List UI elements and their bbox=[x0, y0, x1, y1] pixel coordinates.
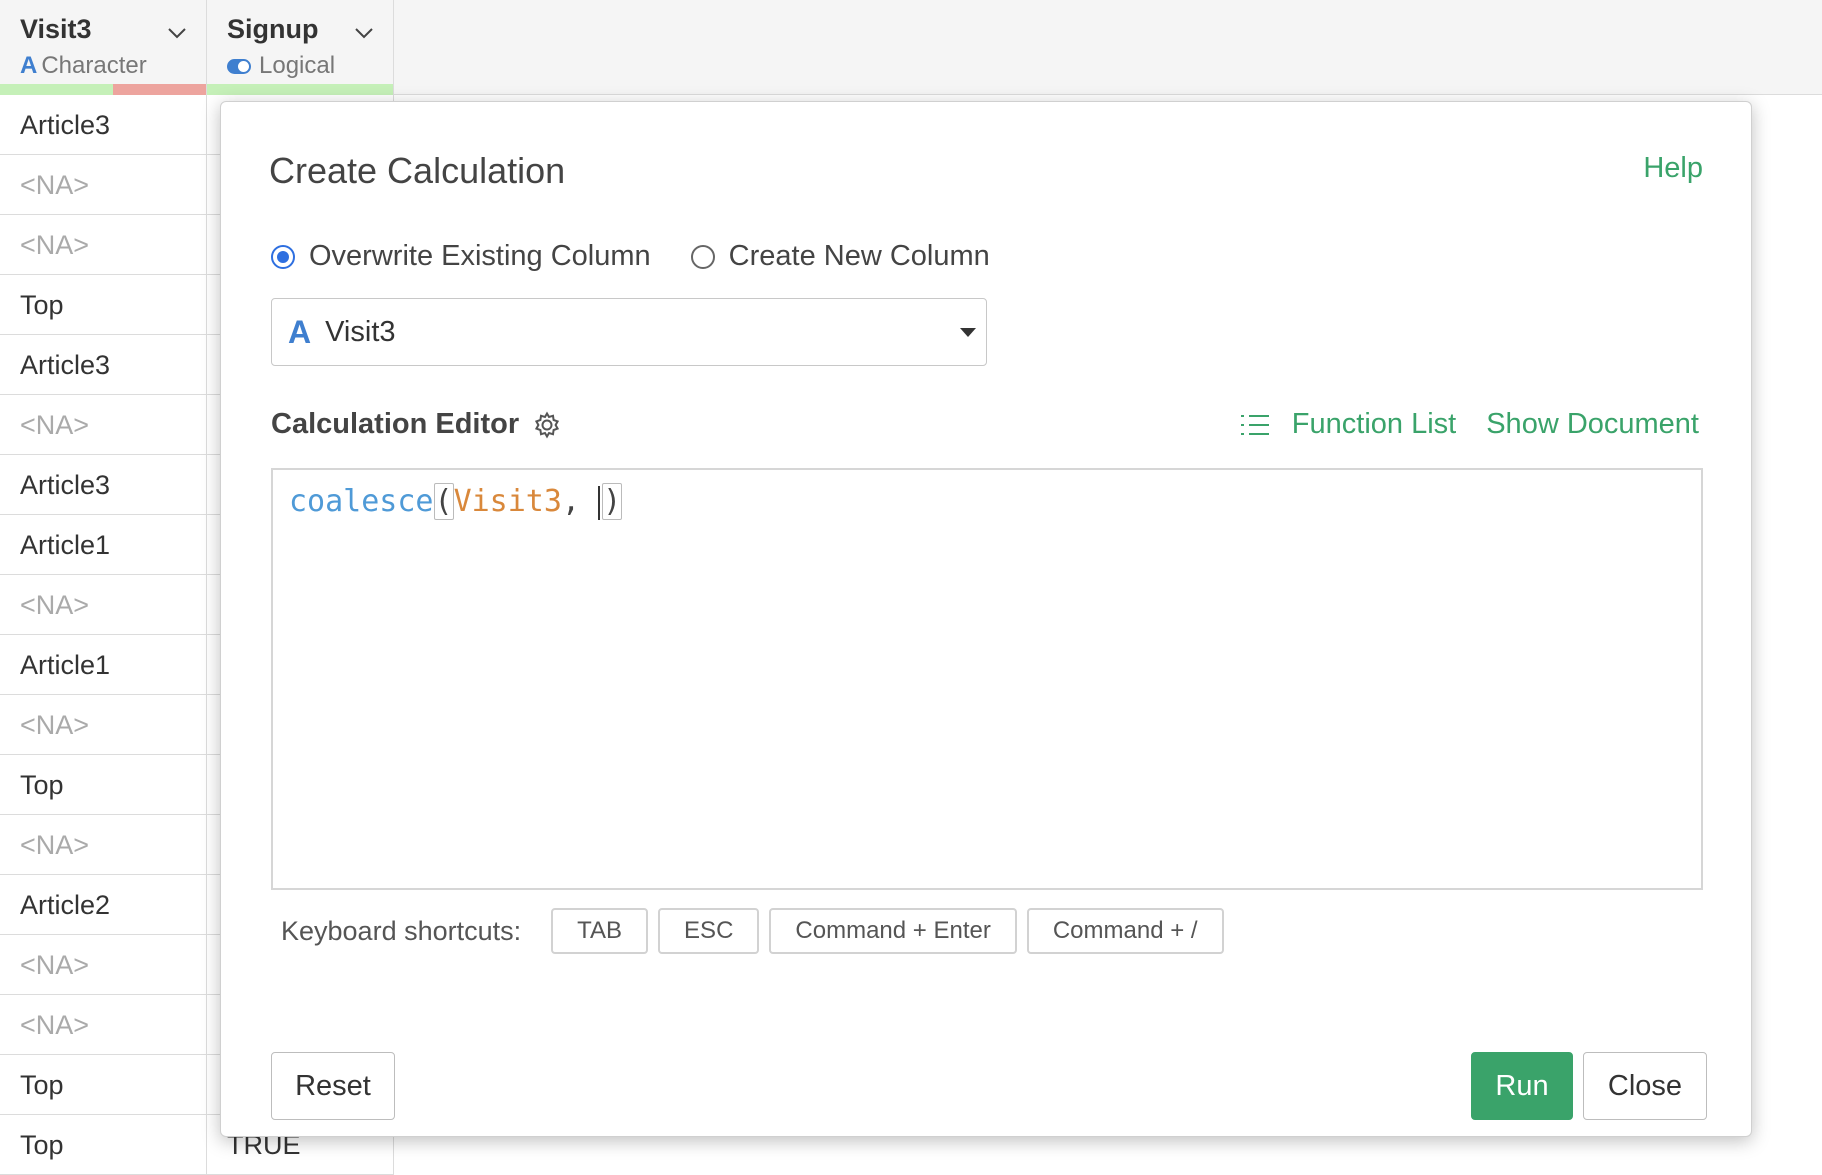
function-list-link[interactable]: Function List bbox=[1240, 408, 1456, 441]
table-cell[interactable]: <NA> bbox=[0, 995, 207, 1055]
create-new-column-option[interactable]: Create New Column bbox=[690, 240, 990, 273]
shortcut-key-esc: ESC bbox=[658, 908, 760, 954]
column-type: A Character bbox=[20, 52, 147, 80]
table-cell[interactable]: Article3 bbox=[0, 95, 207, 155]
table-cell[interactable]: Article1 bbox=[0, 515, 207, 575]
table-cell[interactable]: Article1 bbox=[0, 635, 207, 695]
run-button[interactable]: Run bbox=[1471, 1052, 1573, 1120]
mode-radio-group: Overwrite Existing Column Create New Col… bbox=[271, 240, 1030, 273]
chevron-down-icon[interactable] bbox=[353, 22, 375, 44]
table-cell[interactable]: Top bbox=[0, 1115, 207, 1175]
code-function-token: coalesce bbox=[289, 484, 434, 519]
overwrite-existing-column-option[interactable]: Overwrite Existing Column bbox=[271, 240, 651, 273]
code-column-token: Visit3 bbox=[453, 484, 562, 519]
shortcut-key-command-enter: Command + Enter bbox=[769, 908, 1017, 954]
overwrite-radio[interactable] bbox=[271, 244, 295, 269]
column-type: Logical bbox=[227, 52, 335, 80]
quality-na-segment bbox=[113, 84, 206, 95]
code-comma: , bbox=[561, 484, 599, 519]
table-cell[interactable]: <NA> bbox=[0, 395, 207, 455]
table-cell[interactable]: Article3 bbox=[0, 335, 207, 395]
column-header-visit3[interactable]: Visit3 A Character bbox=[0, 0, 207, 95]
data-quality-bar bbox=[0, 84, 206, 95]
table-cell[interactable]: Top bbox=[0, 275, 207, 335]
editor-links: Function List Show Document bbox=[1240, 408, 1699, 441]
logical-type-icon bbox=[227, 58, 251, 74]
table-cell[interactable]: <NA> bbox=[0, 575, 207, 635]
calculation-editor-heading: Calculation Editor bbox=[271, 408, 561, 441]
column-type-label: Logical bbox=[259, 52, 336, 79]
reset-button[interactable]: Reset bbox=[271, 1052, 395, 1120]
code-open-paren: ( bbox=[433, 483, 454, 520]
code-line: coalesce(Visit3, ) bbox=[289, 480, 623, 524]
create-new-radio-label: Create New Column bbox=[728, 240, 990, 272]
table-cell[interactable]: Article3 bbox=[0, 455, 207, 515]
create-calculation-dialog: Create Calculation Help Overwrite Existi… bbox=[220, 101, 1752, 1137]
table-cell[interactable]: <NA> bbox=[0, 695, 207, 755]
column-name: Visit3 bbox=[20, 14, 92, 44]
shortcut-key-tab: TAB bbox=[551, 908, 649, 954]
grid-header: Visit3 A Character Signup Logical bbox=[0, 0, 1822, 95]
create-new-radio[interactable] bbox=[690, 244, 715, 269]
table-cell[interactable]: <NA> bbox=[0, 155, 207, 215]
calculation-editor-label: Calculation Editor bbox=[271, 408, 520, 440]
column-header-signup[interactable]: Signup Logical bbox=[207, 0, 394, 95]
show-document-link[interactable]: Show Document bbox=[1486, 408, 1699, 441]
code-close-paren: ) bbox=[602, 483, 623, 520]
gear-icon[interactable] bbox=[533, 410, 561, 439]
quality-ok-segment bbox=[207, 84, 393, 95]
table-cell[interactable]: Top bbox=[0, 1055, 207, 1115]
chevron-down-icon[interactable] bbox=[166, 22, 188, 44]
column-name: Signup bbox=[227, 14, 319, 44]
list-icon bbox=[1240, 414, 1269, 435]
target-column-select[interactable]: A Visit3 bbox=[271, 298, 987, 366]
text-cursor bbox=[598, 485, 601, 520]
character-type-icon: A bbox=[20, 52, 38, 79]
data-quality-bar bbox=[207, 84, 393, 95]
table-cell[interactable]: Top bbox=[0, 755, 207, 815]
function-list-label: Function List bbox=[1291, 408, 1457, 440]
calculation-code-editor[interactable]: coalesce(Visit3, ) bbox=[271, 468, 1703, 890]
table-cell[interactable]: <NA> bbox=[0, 215, 207, 275]
shortcut-key-command-slash: Command + / bbox=[1026, 908, 1224, 954]
caret-down-icon bbox=[960, 328, 976, 337]
overwrite-radio-label: Overwrite Existing Column bbox=[309, 240, 651, 272]
close-button[interactable]: Close bbox=[1583, 1052, 1707, 1120]
keyboard-shortcuts-label: Keyboard shortcuts: bbox=[281, 915, 522, 946]
table-cell[interactable]: <NA> bbox=[0, 815, 207, 875]
target-column-value: Visit3 bbox=[325, 315, 396, 348]
table-cell[interactable]: <NA> bbox=[0, 935, 207, 995]
help-link[interactable]: Help bbox=[1643, 152, 1703, 185]
character-type-icon: A bbox=[288, 313, 312, 350]
quality-ok-segment bbox=[0, 84, 114, 95]
column-type-label: Character bbox=[41, 52, 147, 79]
dialog-title: Create Calculation bbox=[269, 150, 566, 191]
keyboard-shortcuts: Keyboard shortcuts: TAB ESC Command + En… bbox=[281, 908, 1234, 954]
table-cell[interactable]: Article2 bbox=[0, 875, 207, 935]
